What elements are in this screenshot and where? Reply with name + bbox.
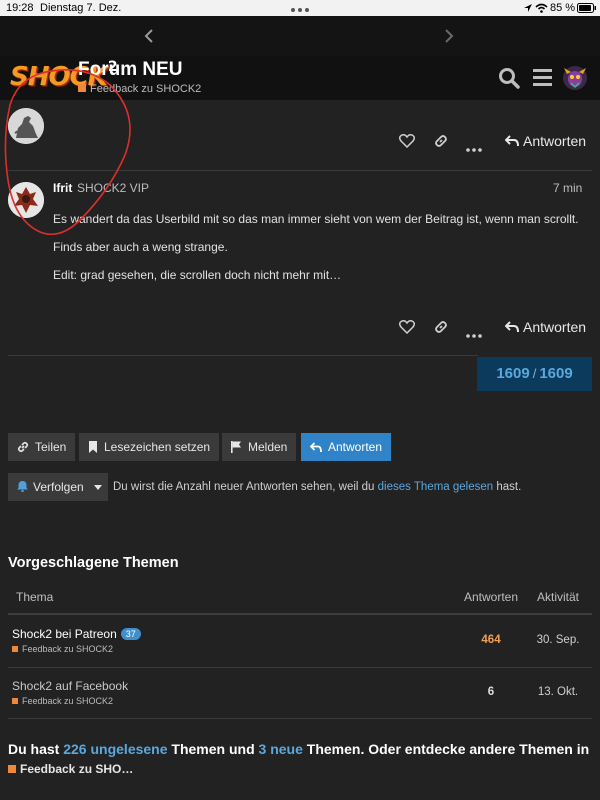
bell-icon	[17, 481, 28, 493]
topic-read-link[interactable]: dieses Thema gelesen	[378, 481, 494, 493]
battery-icon	[577, 3, 597, 16]
battery-percent: 85 %	[550, 2, 576, 14]
column-header-topic[interactable]: Thema	[16, 590, 53, 604]
reply-count[interactable]: 6	[471, 686, 511, 698]
like-heart-icon[interactable]	[398, 133, 416, 153]
bookmark-button[interactable]: Lesezeichen setzen	[79, 433, 220, 461]
category-badge-icon	[12, 698, 18, 704]
browse-category-link[interactable]: Feedback zu SHO…	[8, 762, 133, 776]
category-badge-icon	[8, 765, 16, 773]
topic-link[interactable]: Shock2 bei Patreon 37	[12, 627, 141, 641]
reply-arrow-icon	[504, 321, 519, 333]
wifi-icon	[535, 3, 548, 16]
multitask-dots-icon[interactable]	[290, 4, 310, 16]
column-header-replies[interactable]: Antworten	[464, 590, 518, 604]
like-heart-icon[interactable]	[398, 319, 416, 339]
category-badge-icon	[12, 646, 18, 652]
topic-link[interactable]: Shock2 auf Facebook	[12, 679, 128, 693]
post-divider	[8, 355, 478, 356]
activity-date[interactable]: 30. Sep.	[528, 634, 588, 646]
topic-category[interactable]: Feedback zu SHOCK2	[12, 644, 113, 654]
table-row-divider	[8, 667, 592, 668]
status-bar: 19:28 Dienstag 7. Dez. 85 %	[0, 0, 600, 16]
reply-count[interactable]: 464	[471, 634, 511, 646]
flag-icon	[231, 441, 241, 453]
new-topics-link[interactable]: 3 neue	[259, 741, 303, 757]
more-options-icon[interactable]	[466, 325, 482, 343]
location-icon	[523, 3, 533, 16]
flag-button[interactable]: Melden	[222, 433, 297, 461]
post-line-3: Edit: grad gesehen, die scrollen doch ni…	[53, 268, 342, 282]
forward-arrow-icon[interactable]	[443, 28, 455, 49]
reply-button[interactable]: Antworten	[301, 433, 392, 461]
activity-date[interactable]: 13. Okt.	[528, 686, 588, 698]
copy-link-icon[interactable]	[433, 319, 449, 340]
post-time[interactable]: 7 min	[553, 181, 582, 195]
more-options-icon[interactable]	[466, 139, 482, 157]
reply-arrow-icon	[504, 135, 519, 147]
topic-category[interactable]: Feedback zu SHOCK2	[12, 696, 113, 706]
column-header-activity[interactable]: Aktivität	[537, 590, 579, 604]
user-avatar-mask-icon[interactable]	[562, 65, 588, 96]
annotation-circle	[4, 68, 131, 236]
status-date: Dienstag 7. Dez.	[40, 2, 122, 14]
copy-link-icon[interactable]	[433, 133, 449, 154]
caret-down-icon	[94, 485, 103, 490]
table-header-divider	[8, 613, 592, 615]
post-reply-button[interactable]: Antworten	[504, 133, 586, 149]
suggested-topics-heading: Vorgeschlagene Themen	[8, 555, 179, 571]
notification-level-dropdown[interactable]: Verfolgen	[8, 473, 108, 501]
table-row-divider	[8, 718, 592, 719]
back-arrow-icon[interactable]	[143, 28, 155, 49]
share-button[interactable]: Teilen	[8, 433, 76, 461]
post-reply-button[interactable]: Antworten	[504, 319, 586, 335]
unread-topics-link[interactable]: 226 ungelesene	[63, 741, 167, 757]
hamburger-menu-icon[interactable]	[533, 69, 552, 91]
link-icon	[17, 441, 29, 453]
search-icon[interactable]	[498, 67, 520, 94]
more-topics-message: Du hast 226 ungelesene Themen und 3 neue…	[8, 741, 590, 757]
unread-count-badge[interactable]: 37	[120, 628, 141, 640]
bookmark-icon	[89, 441, 97, 453]
browser-navigation-bar	[0, 16, 600, 56]
status-time: 19:28	[6, 2, 34, 14]
notification-explanation: Du wirst die Anzahl neuer Antworten sehe…	[113, 481, 522, 493]
reply-arrow-icon	[309, 442, 322, 453]
topic-progress-indicator[interactable]: 1609/1609	[477, 357, 592, 391]
